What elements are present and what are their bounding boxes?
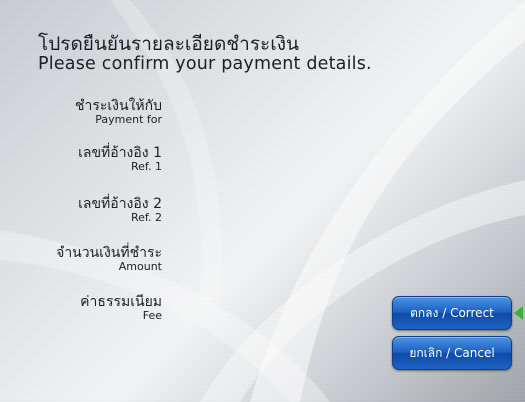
field-label-english: Fee	[142, 309, 162, 323]
field-payment-for: ชำระเงินให้กับ Payment for	[74, 98, 162, 127]
field-label-thai: ชำระเงินให้กับ	[74, 98, 162, 114]
field-amount: จำนวนเงินที่ชำระ Amount	[56, 245, 162, 274]
field-label-thai: เลขที่อ้างอิง 2	[78, 196, 162, 212]
page-title-thai: โปรดยืนยันรายละเอียดชำระเงิน	[38, 33, 300, 55]
field-ref2: เลขที่อ้างอิง 2 Ref. 2	[78, 196, 162, 225]
field-ref1: เลขที่อ้างอิง 1 Ref. 1	[78, 145, 162, 174]
field-label-thai: ค่าธรรมเนียม	[80, 294, 162, 310]
correct-button[interactable]: ตกลง / Correct	[392, 296, 512, 330]
field-label-thai: เลขที่อ้างอิง 1	[78, 145, 162, 161]
page-title-english: Please confirm your payment details.	[38, 54, 372, 75]
field-fee: ค่าธรรมเนียม Fee	[80, 294, 162, 323]
field-label-thai: จำนวนเงินที่ชำระ	[56, 245, 162, 261]
field-label-english: Ref. 1	[131, 160, 162, 174]
field-label-english: Payment for	[95, 113, 162, 127]
cancel-button[interactable]: ยกเลิก / Cancel	[392, 336, 512, 370]
arrow-left-icon	[514, 306, 523, 320]
atm-screen: โปรดยืนยันรายละเอียดชำระเงิน Please conf…	[0, 0, 525, 402]
field-label-english: Ref. 2	[131, 211, 162, 225]
page-title: โปรดยืนยันรายละเอียดชำระเงิน Please conf…	[38, 33, 372, 75]
field-label-english: Amount	[118, 260, 162, 274]
